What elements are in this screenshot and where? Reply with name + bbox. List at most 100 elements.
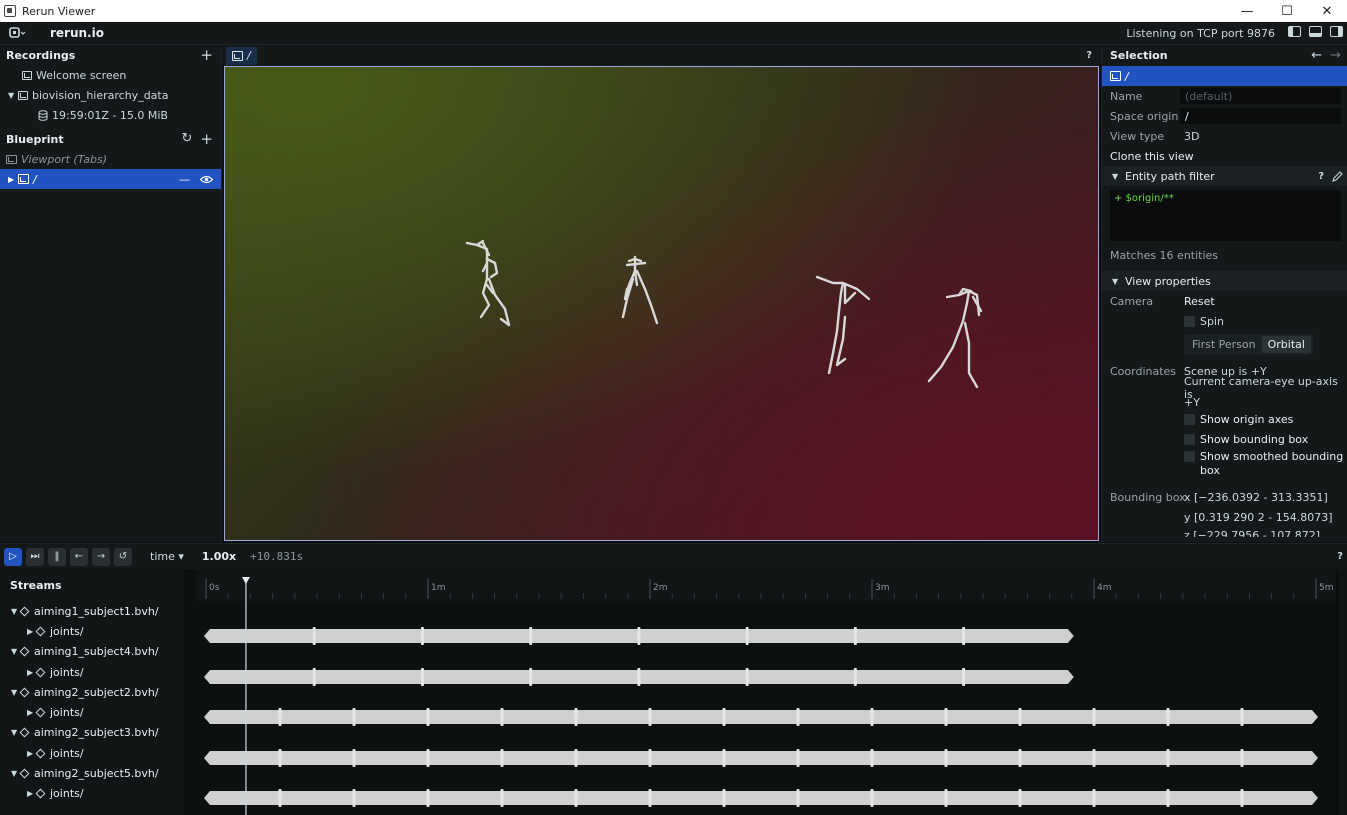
blueprint-title: Blueprint xyxy=(6,132,64,146)
stream-component-row[interactable]: ▶ joints/ xyxy=(0,743,184,763)
3d-viewport[interactable] xyxy=(224,66,1099,541)
time-tick-label: 4m xyxy=(1097,583,1112,593)
selection-title: Selection xyxy=(1110,49,1168,62)
entity-path-filter-header[interactable]: ▼ Entity path filter ? xyxy=(1102,166,1347,186)
space-origin-field[interactable]: / xyxy=(1180,108,1341,124)
stream-entity-row[interactable]: ▼ aiming1_subject1.bvh/ xyxy=(0,601,184,621)
track-event-marker xyxy=(962,627,966,645)
minimize-button[interactable]: — xyxy=(1227,0,1267,22)
collapse-triangle-icon[interactable]: ▼ xyxy=(1112,172,1122,181)
clone-view-button[interactable]: Clone this view xyxy=(1110,150,1194,163)
follow-button[interactable]: ⏭ xyxy=(26,547,44,566)
brand-link[interactable]: rerun.io xyxy=(50,26,104,40)
toggle-bottom-panel-icon[interactable] xyxy=(1309,26,1322,37)
camera-reset-button[interactable]: Reset xyxy=(1184,295,1215,308)
stream-entity-row[interactable]: ▼ aiming2_subject3.bvh/ xyxy=(0,723,184,743)
timeline-selector[interactable]: time ▾ xyxy=(150,550,184,563)
streams-tree: Streams ▼ aiming1_subject1.bvh/▶ joints/▼ a… xyxy=(0,569,184,815)
forward-arrow-icon[interactable]: → xyxy=(1330,48,1341,63)
rerun-menu-button[interactable] xyxy=(8,25,32,41)
entity-diamond-icon xyxy=(19,727,30,738)
stream-entity-row[interactable]: ▼ aiming2_subject2.bvh/ xyxy=(0,682,184,702)
selection-path[interactable]: / xyxy=(1102,66,1347,86)
track-event-marker xyxy=(1018,749,1022,767)
toggle-left-panel-icon[interactable] xyxy=(1288,26,1301,37)
playback-speed[interactable]: 1.00x xyxy=(202,550,236,563)
track-event-marker xyxy=(1018,708,1022,726)
space-origin-label: Space origin xyxy=(1110,109,1179,123)
stream-data-track[interactable] xyxy=(204,791,1318,805)
expand-triangle-icon[interactable]: ▼ xyxy=(8,91,18,100)
camera-mode-selector[interactable]: First Person Orbital xyxy=(1184,333,1313,355)
tab-view[interactable]: / xyxy=(226,46,257,65)
show-smoothed-checkbox[interactable]: Show smoothed bounding xyxy=(1184,450,1343,463)
time-ruler[interactable] xyxy=(196,569,1336,601)
stream-data-track[interactable] xyxy=(204,710,1318,724)
stream-component-row[interactable]: ▶ joints/ xyxy=(0,662,184,682)
name-field[interactable]: (default) xyxy=(1180,88,1341,104)
entity-filter-help-icon[interactable]: ? xyxy=(1318,171,1324,182)
track-event-marker xyxy=(426,789,430,807)
app-icon xyxy=(4,5,16,17)
step-forward-button[interactable]: → xyxy=(92,547,110,566)
recording-item-source[interactable]: 19:59:01Z - 15.0 MiB xyxy=(0,105,221,125)
recording-item-biovision[interactable]: ▼ biovision_hierarchy_data xyxy=(0,85,221,105)
reset-blueprint-icon[interactable]: ↻ xyxy=(182,131,193,147)
track-event-marker xyxy=(1240,789,1244,807)
entity-path-filter-box[interactable]: + $origin/** xyxy=(1110,190,1341,241)
show-bbox-row: Show bounding box xyxy=(1102,429,1347,449)
stream-entity-row[interactable]: ▼ aiming1_subject4.bvh/ xyxy=(0,642,184,662)
stream-entity-row[interactable]: ▼ aiming2_subject5.bvh/ xyxy=(0,763,184,783)
back-arrow-icon[interactable]: ← xyxy=(1311,48,1322,63)
show-smoothed-box[interactable] xyxy=(1184,451,1195,462)
recording-item-welcome[interactable]: Welcome screen xyxy=(0,65,221,85)
eye-icon[interactable] xyxy=(200,175,213,184)
collapse-triangle-icon[interactable]: ▼ xyxy=(1112,277,1122,286)
show-origin-axes-checkbox[interactable]: Show origin axes xyxy=(1184,413,1293,426)
entity-diamond-icon xyxy=(19,606,30,617)
show-origin-axes-box[interactable] xyxy=(1184,414,1195,425)
loop-button[interactable]: ↺ xyxy=(114,547,132,566)
track-event-marker xyxy=(796,708,800,726)
viewport-help-icon[interactable]: ? xyxy=(1086,50,1092,61)
stream-data-track[interactable] xyxy=(204,751,1318,765)
timeline-area[interactable]: 0s 1m 2m 3m 4m 5m xyxy=(196,569,1336,815)
close-button[interactable]: ✕ xyxy=(1307,0,1347,22)
stream-component-row[interactable]: ▶ joints/ xyxy=(0,784,184,804)
add-view-icon[interactable]: + xyxy=(200,131,213,147)
first-person-option[interactable]: First Person xyxy=(1186,336,1262,353)
time-help-icon[interactable]: ? xyxy=(1337,551,1343,562)
remove-view-icon[interactable]: — xyxy=(179,173,190,186)
timeline-svg[interactable]: 0s 1m 2m 3m 4m 5m xyxy=(196,569,1336,815)
edit-pencil-icon[interactable] xyxy=(1332,170,1343,182)
stream-component-row[interactable]: ▶ joints/ xyxy=(0,702,184,722)
time-tick-label: 5m xyxy=(1319,583,1334,593)
recordings-title: Recordings xyxy=(6,48,76,62)
toggle-right-panel-icon[interactable] xyxy=(1330,26,1343,37)
step-back-button[interactable]: ← xyxy=(70,547,88,566)
current-time[interactable]: +10.831s xyxy=(250,550,303,563)
track-event-marker xyxy=(1166,789,1170,807)
add-recording-icon[interactable]: + xyxy=(200,47,213,63)
play-button[interactable]: ▷ xyxy=(4,547,22,566)
pause-button[interactable]: ‖ xyxy=(48,547,66,566)
streams-scrollbar[interactable] xyxy=(1339,569,1347,815)
skeleton-figure-2 xyxy=(621,255,659,325)
show-bbox-box[interactable] xyxy=(1184,434,1195,445)
expand-triangle-icon[interactable]: ▶ xyxy=(8,175,18,184)
name-label: Name xyxy=(1110,89,1143,103)
track-event-marker xyxy=(722,749,726,767)
viewport-tabs-item[interactable]: Viewport (Tabs) xyxy=(0,149,221,169)
track-event-marker xyxy=(426,749,430,767)
show-bbox-checkbox[interactable]: Show bounding box xyxy=(1184,433,1308,446)
spin-checkbox[interactable]: Spin xyxy=(1184,315,1224,328)
track-event-marker xyxy=(648,789,652,807)
stream-component-row[interactable]: ▶ joints/ xyxy=(0,621,184,641)
window-title: Rerun Viewer xyxy=(22,4,96,18)
maximize-button[interactable]: ☐ xyxy=(1267,0,1307,22)
view-properties-header[interactable]: ▼ View properties xyxy=(1102,271,1347,291)
spin-checkbox-box[interactable] xyxy=(1184,316,1195,327)
track-event-marker xyxy=(1092,789,1096,807)
orbital-option[interactable]: Orbital xyxy=(1261,335,1311,353)
blueprint-view-item[interactable]: ▶ / — xyxy=(0,169,221,189)
